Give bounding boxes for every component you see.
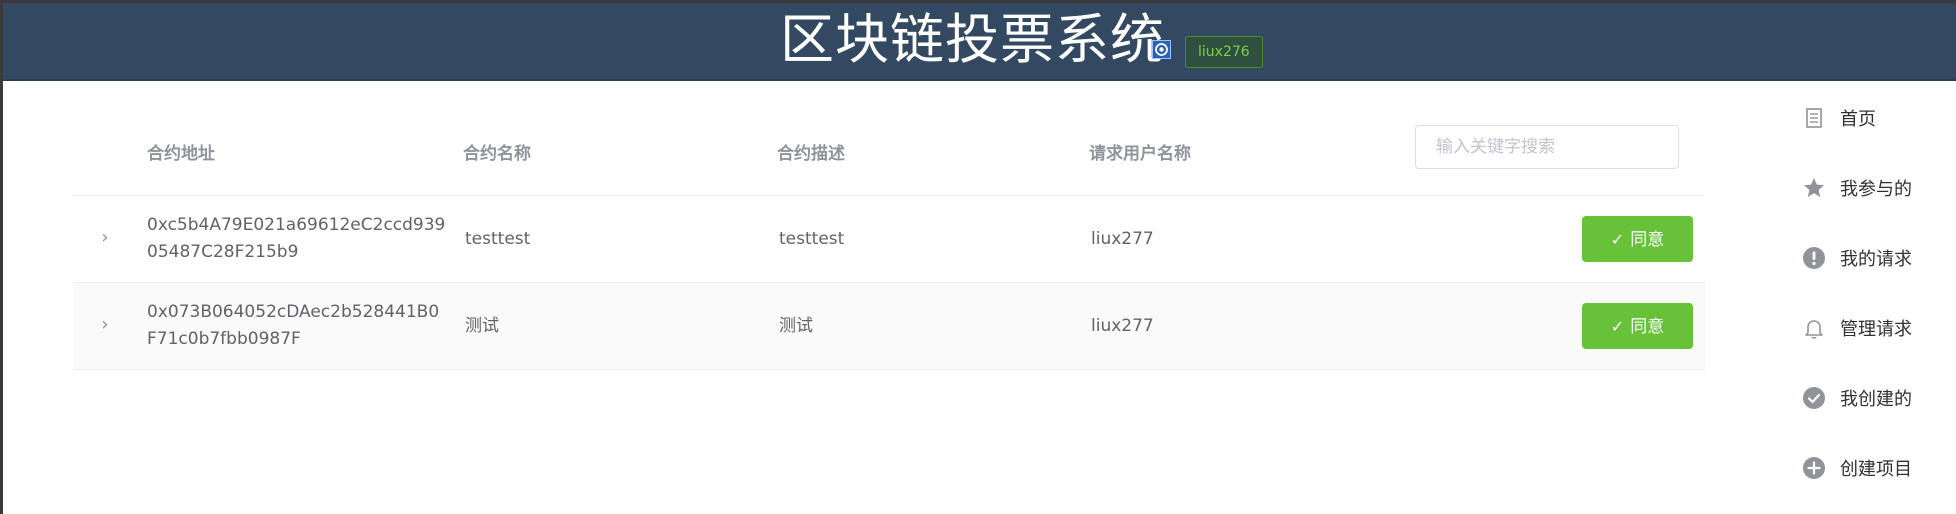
column-header-name: 合约名称 bbox=[463, 144, 531, 164]
expand-chevron-icon[interactable]: › bbox=[95, 313, 115, 337]
app-logo-icon bbox=[1152, 40, 1171, 59]
sidebar-item-create-project[interactable]: 创建项目 bbox=[1798, 433, 1956, 503]
agree-button[interactable]: ✓ 同意 bbox=[1582, 303, 1693, 349]
agree-label: 同意 bbox=[1630, 230, 1665, 250]
column-header-user: 请求用户名称 bbox=[1089, 144, 1191, 164]
column-header-address: 合约地址 bbox=[147, 144, 215, 164]
contract-description: 测试 bbox=[779, 316, 813, 336]
contract-address: 0x073B064052cDAec2b528441B0F71c0b7fbb098… bbox=[147, 302, 440, 349]
sidebar-item-label: 我参与的 bbox=[1840, 179, 1912, 200]
contract-name: testtest bbox=[465, 229, 531, 249]
contract-description: testtest bbox=[779, 229, 845, 249]
document-icon bbox=[1802, 106, 1826, 130]
sidebar-item-label: 首页 bbox=[1840, 109, 1876, 130]
sidebar-item-home[interactable]: 首页 bbox=[1798, 83, 1956, 153]
warning-icon bbox=[1802, 246, 1826, 270]
sidebar-item-label: 管理请求 bbox=[1840, 319, 1912, 340]
sidebar-item-participated[interactable]: 我参与的 bbox=[1798, 153, 1956, 223]
agree-button[interactable]: ✓ 同意 bbox=[1582, 216, 1693, 262]
table-header: 合约地址 合约名称 合约描述 请求用户名称 bbox=[73, 113, 1705, 196]
sidebar-menu: 首页 我参与的 我的请求 管理请求 我创建的 创建项目 bbox=[1798, 83, 1956, 503]
header-bar: 区块链投票系统 liux276 bbox=[3, 3, 1956, 81]
star-icon bbox=[1802, 176, 1826, 200]
check-icon: ✓ bbox=[1610, 230, 1625, 249]
column-header-description: 合约描述 bbox=[777, 144, 845, 164]
page-title: 区块链投票系统 bbox=[780, 8, 1165, 71]
app-window: 区块链投票系统 liux276 合约地址 合约名称 合约描述 请求用户名称 › … bbox=[0, 0, 1956, 514]
request-user: liux277 bbox=[1091, 229, 1154, 249]
sidebar-item-label: 我创建的 bbox=[1840, 389, 1912, 410]
table-row: › 0xc5b4A79E021a69612eC2ccd93905487C28F2… bbox=[73, 196, 1705, 283]
contract-address: 0xc5b4A79E021a69612eC2ccd93905487C28F215… bbox=[147, 215, 446, 262]
sidebar-item-manage-requests[interactable]: 管理请求 bbox=[1798, 293, 1956, 363]
table-row: › 0x073B064052cDAec2b528441B0F71c0b7fbb0… bbox=[73, 283, 1705, 370]
request-user: liux277 bbox=[1091, 316, 1154, 336]
sidebar-item-label: 我的请求 bbox=[1840, 249, 1912, 270]
check-circle-icon bbox=[1802, 386, 1826, 410]
bell-icon bbox=[1802, 316, 1826, 340]
expand-chevron-icon[interactable]: › bbox=[95, 226, 115, 250]
username-tag: liux276 bbox=[1185, 36, 1263, 68]
sidebar-item-label: 创建项目 bbox=[1840, 459, 1912, 480]
plus-circle-icon bbox=[1802, 456, 1826, 480]
sidebar-item-created[interactable]: 我创建的 bbox=[1798, 363, 1956, 433]
search-input[interactable] bbox=[1415, 125, 1679, 169]
request-table: 合约地址 合约名称 合约描述 请求用户名称 › 0xc5b4A79E021a69… bbox=[73, 113, 1705, 370]
check-icon: ✓ bbox=[1610, 317, 1625, 336]
agree-label: 同意 bbox=[1630, 317, 1665, 337]
sidebar-item-my-requests[interactable]: 我的请求 bbox=[1798, 223, 1956, 293]
contract-name: 测试 bbox=[465, 316, 499, 336]
